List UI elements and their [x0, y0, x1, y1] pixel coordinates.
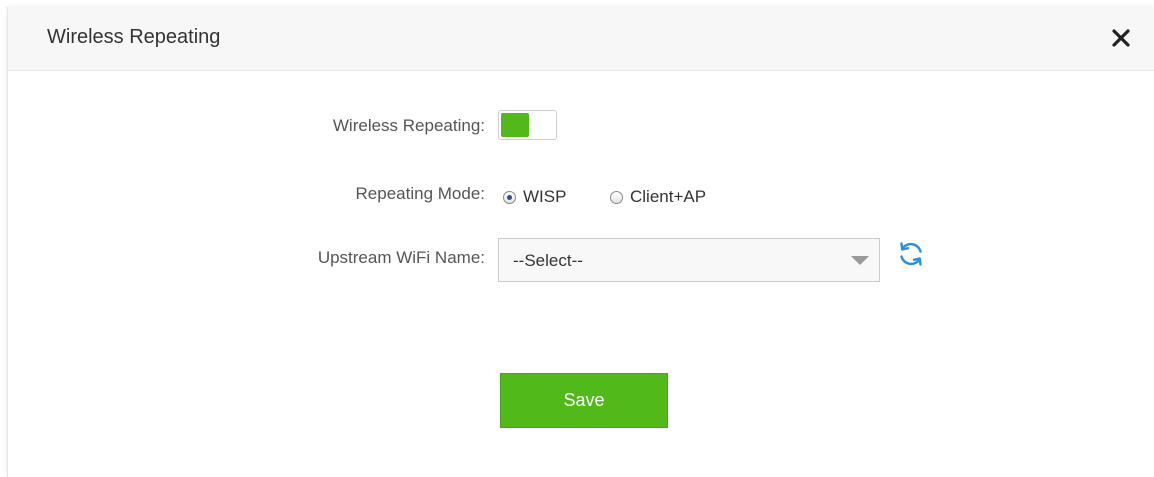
wireless-repeating-toggle[interactable]: [498, 110, 557, 140]
wireless-repeating-dialog: Wireless Repeating Wireless Repeating: R…: [7, 7, 1154, 477]
radio-client-ap-button[interactable]: [610, 190, 623, 204]
repeating-mode-label: Repeating Mode:: [355, 184, 485, 203]
refresh-icon[interactable]: [896, 239, 926, 269]
dialog-title: Wireless Repeating: [47, 26, 221, 48]
upstream-wifi-selected-value: --Select--: [513, 251, 583, 270]
save-button[interactable]: Save: [500, 373, 668, 428]
dialog-header: Wireless Repeating: [8, 7, 1154, 71]
radio-wisp-button[interactable]: [503, 190, 516, 204]
radio-wisp[interactable]: WISP: [503, 186, 566, 208]
upstream-wifi-select[interactable]: --Select--: [498, 238, 880, 282]
upstream-wifi-label: Upstream WiFi Name:: [317, 248, 485, 267]
radio-client-ap[interactable]: Client+AP: [610, 186, 706, 208]
radio-client-ap-label: Client+AP: [630, 187, 707, 206]
toggle-on-indicator: [501, 113, 529, 137]
close-icon[interactable]: [1109, 26, 1133, 50]
wireless-repeating-label: Wireless Repeating:: [332, 116, 485, 135]
chevron-down-icon: [851, 256, 869, 265]
radio-wisp-label: WISP: [523, 187, 567, 206]
